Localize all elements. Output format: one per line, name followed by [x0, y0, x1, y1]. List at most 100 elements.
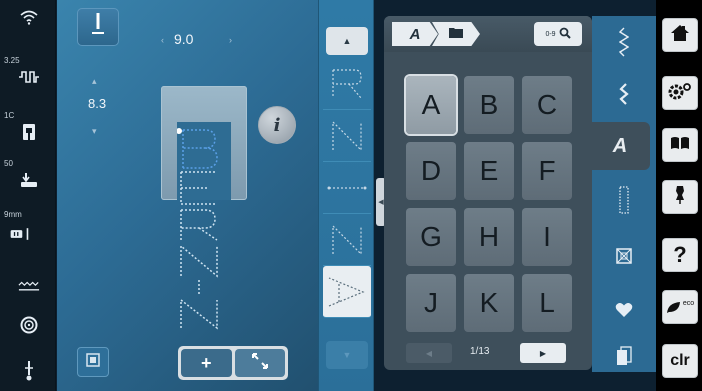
- wifi-icon: [18, 8, 40, 26]
- home-icon: [670, 24, 690, 47]
- width-increase-arrow[interactable]: ›: [229, 35, 232, 45]
- letter-key-j[interactable]: J: [406, 274, 456, 332]
- sewing-machine-screen: 3.25 1C 50 9mm ‹ 9.0 › ▴ 8.3 ▾ i + ▲ ▼ ◀…: [0, 0, 702, 391]
- tab-alphabets[interactable]: A: [590, 122, 650, 170]
- tab-quilt-stitches[interactable]: [592, 234, 656, 282]
- bobbin-indicator[interactable]: [0, 312, 56, 338]
- search-button[interactable]: 0-9: [534, 22, 582, 46]
- letter-key-k[interactable]: K: [464, 274, 514, 332]
- bobbin-icon: [18, 316, 40, 334]
- length-increase-arrow[interactable]: ▴: [92, 76, 97, 87]
- letter-key-f[interactable]: F: [522, 142, 572, 200]
- setup-button[interactable]: [662, 76, 698, 110]
- zoom-in-button[interactable]: +: [181, 349, 232, 377]
- stitch-preview-bernina: [177, 128, 218, 330]
- eco-leaf-icon: eco: [666, 300, 694, 314]
- buttonhole-icon: [619, 185, 629, 219]
- presser-foot-pressure-value: 50: [4, 159, 13, 168]
- feed-dog-indicator[interactable]: [0, 274, 56, 300]
- folder-icon: [449, 25, 463, 43]
- stitch-length-value[interactable]: 8.3: [88, 96, 106, 111]
- zigzag-stitch-icon: [618, 82, 630, 110]
- tab-practical-stitches[interactable]: [592, 20, 656, 68]
- triangle-up-icon: ▲: [342, 36, 352, 46]
- alphabet-a-icon: A: [612, 134, 628, 157]
- needle-position-button[interactable]: [77, 8, 119, 46]
- search-label: 0-9: [545, 30, 556, 38]
- thread-tension-icon: [18, 68, 40, 86]
- tutorial-button[interactable]: [662, 128, 698, 162]
- presser-foot-pressure[interactable]: 50: [0, 156, 56, 196]
- letter-key-l[interactable]: L: [522, 274, 572, 332]
- stitch-edit-workspace: ‹ 9.0 › ▴ 8.3 ▾ i +: [57, 0, 318, 391]
- info-icon: i: [273, 114, 281, 136]
- sequence-stitch-a-selected[interactable]: [323, 266, 371, 318]
- info-button[interactable]: i: [258, 106, 296, 144]
- sequence-stitch-n-2[interactable]: [323, 214, 371, 266]
- wifi-status[interactable]: [0, 6, 56, 32]
- sequence-stitch-i[interactable]: [323, 162, 371, 214]
- scroll-up-button[interactable]: ▲: [326, 27, 368, 55]
- eco-mode-button[interactable]: eco: [662, 290, 698, 324]
- memory-stack-icon: [616, 345, 632, 371]
- expand-view-button[interactable]: [234, 349, 285, 377]
- home-button[interactable]: [662, 18, 698, 52]
- status-strip: 3.25 1C 50 9mm: [0, 0, 56, 391]
- tab-memory[interactable]: [592, 334, 656, 382]
- breadcrumb-font-label: A: [409, 25, 421, 43]
- letter-key-b[interactable]: B: [464, 76, 514, 134]
- book-icon: [670, 136, 690, 155]
- length-decrease-arrow[interactable]: ▾: [92, 126, 97, 137]
- presser-foot-icon: [18, 123, 40, 141]
- letter-key-e[interactable]: E: [464, 142, 514, 200]
- letter-key-d[interactable]: D: [406, 142, 456, 200]
- upper-thread-tension[interactable]: 3.25: [0, 52, 56, 98]
- needle-position-indicator[interactable]: [0, 356, 56, 386]
- presser-foot-indicator[interactable]: 1C: [0, 108, 56, 148]
- triangle-right-icon: ▶: [539, 348, 547, 358]
- alphabet-header: A 0-9: [384, 16, 592, 52]
- expand-arrows-icon: [251, 352, 268, 374]
- scroll-down-button[interactable]: ▼: [326, 341, 368, 369]
- stitch-sequence-panel: ▲ ▼: [318, 0, 374, 391]
- previous-page-button[interactable]: ◀: [406, 343, 452, 363]
- plus-icon: +: [200, 352, 212, 373]
- tab-personal-program[interactable]: [592, 288, 656, 336]
- letter-key-c[interactable]: C: [522, 76, 572, 134]
- search-icon: [559, 27, 571, 42]
- tab-decorative-stitches[interactable]: [592, 72, 656, 120]
- presser-foot-value: 1C: [4, 111, 15, 120]
- next-page-button[interactable]: ▶: [520, 343, 566, 363]
- width-decrease-arrow[interactable]: ‹: [161, 35, 164, 45]
- clear-label: clr: [670, 352, 690, 369]
- square-frame-icon: [86, 352, 100, 372]
- letter-key-g[interactable]: G: [406, 208, 456, 266]
- needle-plate-indicator[interactable]: 9mm: [0, 208, 56, 248]
- breadcrumb-font[interactable]: A: [392, 22, 438, 46]
- triangle-left-icon: ◀: [425, 348, 433, 358]
- pagination: ◀ 1/13 ▶: [406, 343, 586, 363]
- clear-button[interactable]: clr: [662, 344, 698, 378]
- sewing-consultant-button[interactable]: [662, 180, 698, 214]
- triangle-left-icon: ◀: [378, 199, 384, 206]
- sequence-stitch-r[interactable]: [323, 58, 371, 110]
- letter-key-i[interactable]: I: [522, 208, 572, 266]
- letter-key-h[interactable]: H: [464, 208, 514, 266]
- stitch-plate-icon: [10, 225, 32, 243]
- needle-icon: [90, 11, 106, 44]
- zoom-toggle: +: [178, 346, 288, 380]
- stitch-width-value[interactable]: 9.0: [174, 31, 193, 47]
- gear-icon: [667, 82, 693, 105]
- sequence-stitch-n[interactable]: [323, 110, 371, 162]
- main-menu-bar: ? eco clr: [656, 0, 702, 391]
- view-toggle-button[interactable]: [77, 347, 109, 377]
- triangle-down-icon: ▼: [342, 350, 352, 360]
- help-button[interactable]: ?: [662, 238, 698, 272]
- tab-buttonholes[interactable]: [592, 178, 656, 226]
- help-question-icon: ?: [673, 242, 687, 267]
- page-indicator: 1/13: [470, 346, 490, 357]
- dress-form-icon: [674, 185, 686, 210]
- alphabet-selection-panel: A 0-9 A B C D E F G H I J K L ◀ 1/13 ▶: [384, 16, 592, 370]
- breadcrumb-folder[interactable]: [432, 22, 480, 46]
- letter-key-a[interactable]: A: [406, 76, 456, 134]
